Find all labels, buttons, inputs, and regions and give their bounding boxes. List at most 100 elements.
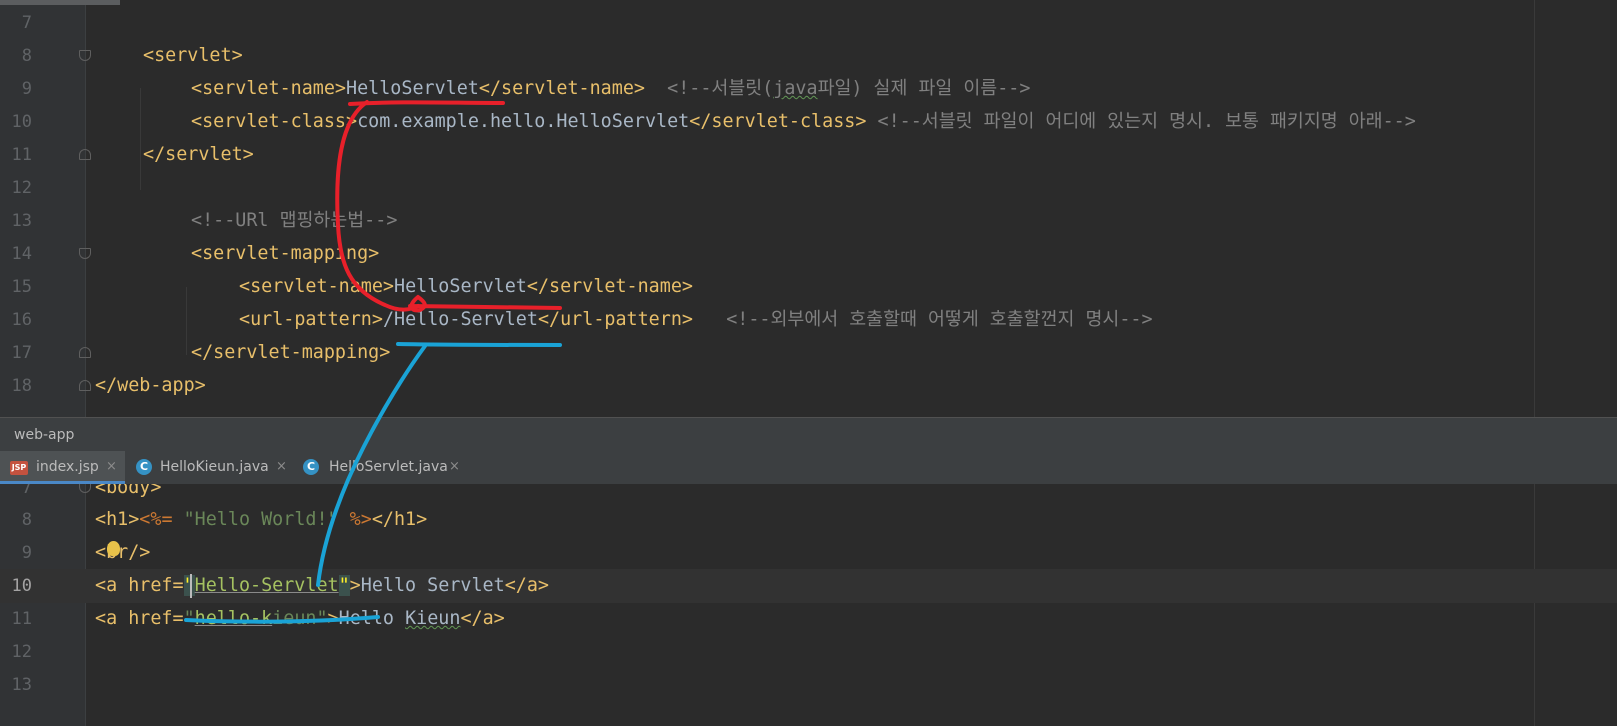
breadcrumb-item-web-app[interactable]: web-app xyxy=(14,418,74,452)
code-line[interactable]: 11 </servlet> xyxy=(0,138,1617,172)
code-token: 파일) 실제 파일 이름--> xyxy=(817,78,1031,99)
java-class-icon: C xyxy=(136,459,152,475)
code-token: <servlet-name> xyxy=(191,78,347,99)
code-token: <body> xyxy=(95,484,162,498)
code-token: "Hello World!" xyxy=(183,509,339,530)
line-number: 13 xyxy=(11,675,32,695)
tab-helloservlet-java[interactable]: C HelloServlet.java × xyxy=(293,451,468,484)
close-icon[interactable]: × xyxy=(276,451,287,482)
index-jsp-editor[interactable]: 7 <body> 8 <h1><%= "Hello World!" %></h1> 9 <… xyxy=(0,484,1617,726)
code-token: <!--서블릿 파일이 어디에 있는지 명시. 보통 패키지명 아래--> xyxy=(877,111,1416,132)
code-line[interactable]: 8 <servlet> xyxy=(0,39,1617,73)
line-number: 7 xyxy=(21,484,32,498)
code-line[interactable]: 7 xyxy=(0,6,1617,40)
code-token: java xyxy=(773,78,818,99)
code-line[interactable]: 14 <servlet-mapping> xyxy=(0,237,1617,271)
code-token: <a href= xyxy=(95,575,184,596)
code-line[interactable]: 10 <servlet-class>com.example.hello.Hello… xyxy=(0,105,1617,139)
code-token: Hello xyxy=(338,608,406,629)
fold-marker-icon[interactable] xyxy=(79,50,91,61)
fold-marker-icon[interactable] xyxy=(79,149,91,160)
code-content: <a href="Hello-Servlet">Hello Servlet</a… xyxy=(95,569,549,603)
code-token: </web-app> xyxy=(95,375,206,396)
line-number: 16 xyxy=(11,310,32,330)
close-icon[interactable]: × xyxy=(106,451,117,482)
code-token: > xyxy=(327,608,339,629)
code-content: <h1><%= "Hello World!" %></h1> xyxy=(95,503,427,537)
line-number: 8 xyxy=(21,46,32,66)
tab-label: index.jsp xyxy=(36,459,99,475)
code-line[interactable]: 12 xyxy=(0,171,1617,205)
code-token: Kieun xyxy=(405,608,461,629)
tab-hellokieun-java[interactable]: C HelloKieun.java × xyxy=(126,451,292,484)
code-content: <servlet> xyxy=(143,39,243,73)
code-token: </servlet-name> xyxy=(478,78,645,99)
code-token: /Hello-Servlet xyxy=(382,309,538,330)
line-number: 18 xyxy=(11,376,32,396)
line-number: 11 xyxy=(11,145,32,165)
line-number: 10 xyxy=(11,112,32,132)
line-number: 10 xyxy=(11,576,32,596)
code-token: </url-pattern> xyxy=(537,309,693,330)
tab-index-jsp[interactable]: JSP index.jsp × xyxy=(0,451,125,484)
horizontal-scroll-thumb[interactable] xyxy=(0,0,120,5)
code-line[interactable]: 13 <!--URl 맵핑하는법--> xyxy=(0,204,1617,238)
code-token: " xyxy=(338,575,350,596)
code-token: <br/> xyxy=(95,542,151,563)
code-line[interactable]: 15 <servlet-name>HelloServlet</servlet-na… xyxy=(0,270,1617,304)
code-token: </servlet> xyxy=(143,144,254,165)
code-token: </a> xyxy=(460,608,505,629)
code-token: <a href= xyxy=(95,608,184,629)
code-line[interactable]: 7 <body> xyxy=(0,484,1617,505)
fold-marker-icon[interactable] xyxy=(79,347,91,358)
lightbulb-icon[interactable] xyxy=(107,541,120,556)
code-line[interactable]: 11 <a href="hello-kieun">Hello Kieun</a> xyxy=(0,602,1617,636)
tab-label: HelloKieun.java xyxy=(160,459,269,475)
code-content: <br/> xyxy=(95,536,150,570)
code-token: </h1> xyxy=(371,509,428,530)
web-xml-editor[interactable]: 7 8 <servlet> 9 <servlet-name>HelloServlet</… xyxy=(0,0,1617,417)
code-line[interactable]: 12 xyxy=(0,635,1617,669)
code-token: <servlet-mapping> xyxy=(191,243,380,264)
code-content: </web-app> xyxy=(95,369,206,403)
code-line[interactable]: 17 </servlet-mapping> xyxy=(0,336,1617,370)
jsp-file-icon: JSP xyxy=(10,461,28,475)
code-content: <servlet-name>HelloServlet</servlet-name… xyxy=(239,270,693,304)
code-content: </servlet-mapping> xyxy=(191,336,390,370)
code-line[interactable]: 9 <br/> xyxy=(0,536,1617,570)
code-token: Hello-Servlet xyxy=(194,575,339,596)
code-token: <url-pattern> xyxy=(239,309,383,330)
code-line[interactable]: 8 <h1><%= "Hello World!" %></h1> xyxy=(0,503,1617,537)
java-class-icon: C xyxy=(303,459,319,475)
code-line[interactable]: 16 <url-pattern>/Hello-Servlet</url-patte… xyxy=(0,303,1617,337)
code-token: <%= xyxy=(139,509,184,530)
fold-marker-icon[interactable] xyxy=(79,484,91,493)
code-token: <!--외부에서 호출할때 어떻게 호출할껀지 명시--> xyxy=(726,309,1153,330)
close-icon[interactable]: × xyxy=(449,451,460,482)
code-content: <url-pattern>/Hello-Servlet</url-pattern… xyxy=(239,303,1153,337)
line-number: 12 xyxy=(11,642,32,662)
code-token: ieun" xyxy=(272,608,328,629)
code-line[interactable]: 9 <servlet-name>HelloServlet</servlet-nam… xyxy=(0,72,1617,106)
code-token: %> xyxy=(338,509,372,530)
line-number: 11 xyxy=(11,609,32,629)
code-line[interactable]: 13 xyxy=(0,668,1617,702)
code-token: <!--서블릿( xyxy=(667,78,774,99)
code-token: </servlet-mapping> xyxy=(191,342,391,363)
code-line[interactable]: 10<a href="Hello-Servlet">Hello Servlet<… xyxy=(0,569,1617,603)
fold-marker-icon[interactable] xyxy=(79,248,91,259)
code-token: <servlet> xyxy=(143,45,243,66)
fold-marker-icon[interactable] xyxy=(79,380,91,391)
code-content: <body> xyxy=(95,484,161,505)
breadcrumb[interactable]: web-app xyxy=(0,417,1617,453)
code-token: " xyxy=(183,608,195,629)
code-line[interactable]: 18 </web-app> xyxy=(0,369,1617,403)
line-number: 17 xyxy=(11,343,32,363)
code-token: </servlet-name> xyxy=(526,276,693,297)
code-token: HelloServlet xyxy=(346,78,479,99)
code-content: <servlet-mapping> xyxy=(191,237,379,271)
line-number: 9 xyxy=(21,79,32,99)
